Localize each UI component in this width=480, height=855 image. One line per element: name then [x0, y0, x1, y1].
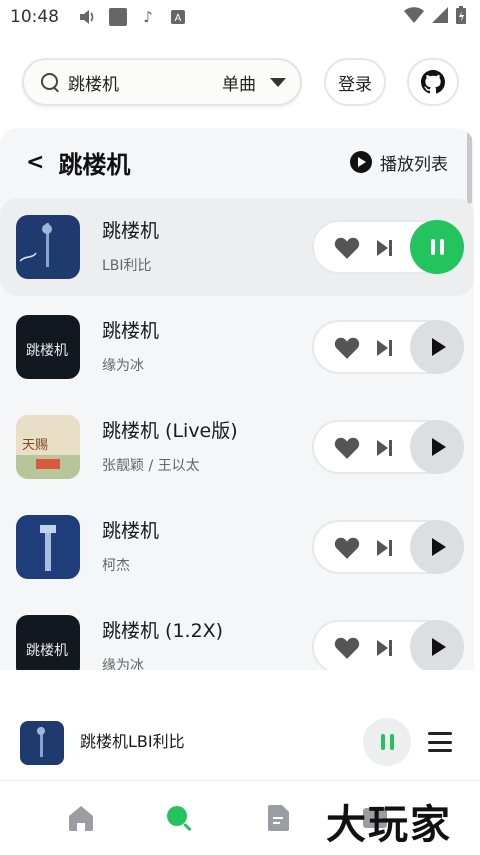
song-controls [312, 320, 464, 374]
play-button[interactable] [410, 520, 464, 574]
song-row[interactable]: 跳楼机 柯杰 [0, 498, 474, 596]
search-input[interactable]: 跳楼机 单曲 [22, 58, 302, 106]
signal-icon [432, 7, 448, 27]
play-button[interactable] [410, 420, 464, 474]
volume-icon [77, 6, 99, 28]
playlist-label: 播放列表 [380, 154, 448, 175]
heart-icon[interactable] [334, 236, 360, 260]
back-chevron-icon[interactable]: < [26, 150, 44, 175]
album-cover [16, 515, 80, 579]
album-cover: 天赐 [16, 415, 80, 479]
watermark-logo: 大玩家 [326, 801, 452, 848]
album-cover: 跳楼机 [16, 315, 80, 379]
song-title: 跳楼机 [102, 320, 160, 342]
play-icon [432, 438, 446, 456]
play-button[interactable] [410, 320, 464, 374]
status-time: 10:48 [10, 7, 59, 27]
login-button[interactable]: 登录 [324, 58, 386, 106]
menu-icon[interactable] [428, 732, 452, 752]
panel-header: < 跳楼机 播放列表 [0, 128, 474, 196]
chevron-down-icon[interactable] [270, 77, 286, 87]
svg-text:A: A [175, 13, 182, 24]
heart-icon[interactable] [334, 636, 360, 660]
pause-icon-bar [389, 734, 394, 750]
song-artist: 张靓颖 / 王以太 [102, 458, 200, 474]
search-icon [40, 72, 60, 92]
mini-pause-button[interactable] [363, 718, 411, 766]
song-artist: LBI利比 [102, 258, 152, 274]
song-row[interactable]: 天赐 跳楼机 (Live版) 张靓颖 / 王以太 [0, 398, 474, 496]
song-controls [312, 620, 464, 670]
pause-icon [430, 239, 444, 255]
mini-player[interactable]: 跳楼机LBI利比 [0, 706, 480, 776]
song-controls [312, 420, 464, 474]
song-title: 跳楼机 [102, 220, 160, 242]
search-row: 跳楼机 单曲 登录 [22, 58, 459, 106]
song-controls [312, 220, 464, 274]
song-artist: 缘为冰 [102, 658, 144, 670]
song-row[interactable]: 跳楼机 跳楼机 缘为冰 [0, 298, 474, 396]
pause-icon-bar [380, 734, 385, 750]
song-artist: 柯杰 [102, 558, 130, 574]
search-type-select[interactable]: 单曲 [222, 70, 256, 95]
song-controls [312, 520, 464, 574]
play-icon [432, 538, 446, 556]
search-query[interactable]: 跳楼机 [68, 70, 222, 95]
status-bar: 10:48 ♪ A [0, 0, 480, 34]
square-app-icon [107, 6, 129, 28]
github-button[interactable] [407, 58, 459, 106]
font-a-icon: A [167, 6, 189, 28]
play-button[interactable] [410, 620, 464, 670]
skip-next-icon[interactable] [376, 339, 394, 357]
album-cover [16, 215, 80, 279]
svg-text:天赐: 天赐 [22, 438, 48, 453]
song-title: 跳楼机 (1.2X) [102, 620, 224, 642]
wifi-icon [404, 7, 424, 27]
music-note-icon: ♪ [143, 8, 153, 26]
song-row[interactable]: 跳楼机 LBI利比 [0, 198, 474, 296]
page-title: 跳楼机 [58, 150, 131, 179]
song-title: 跳楼机 (Live版) [102, 420, 238, 442]
play-icon [432, 638, 446, 656]
song-row[interactable]: 跳楼机 跳楼机 (1.2X) 缘为冰 [0, 598, 474, 670]
pause-button[interactable] [410, 220, 464, 274]
home-icon[interactable] [66, 803, 96, 833]
github-icon [421, 70, 445, 94]
svg-text:跳楼机: 跳楼机 [26, 343, 68, 359]
song-title: 跳楼机 [102, 520, 160, 542]
mini-album-cover[interactable] [20, 721, 64, 765]
play-circle-icon [350, 151, 372, 173]
svg-text:跳楼机: 跳楼机 [26, 643, 68, 659]
skip-next-icon[interactable] [376, 439, 394, 457]
heart-icon[interactable] [334, 436, 360, 460]
play-icon [432, 338, 446, 356]
skip-next-icon[interactable] [376, 539, 394, 557]
playlist-button[interactable]: 播放列表 [350, 150, 448, 175]
mini-player-title[interactable]: 跳楼机LBI利比 [80, 728, 185, 752]
song-artist: 缘为冰 [102, 358, 144, 374]
heart-icon[interactable] [334, 336, 360, 360]
document-icon[interactable] [264, 803, 294, 833]
heart-icon[interactable] [334, 536, 360, 560]
skip-next-icon[interactable] [376, 239, 394, 257]
battery-icon [456, 6, 466, 28]
skip-next-icon[interactable] [376, 639, 394, 657]
album-cover: 跳楼机 [16, 615, 80, 670]
search-nav-icon[interactable] [164, 803, 194, 833]
results-panel: < 跳楼机 播放列表 跳楼机 LBI利比 跳楼机 跳楼机 缘为冰 天赐 跳楼机 … [0, 128, 474, 670]
